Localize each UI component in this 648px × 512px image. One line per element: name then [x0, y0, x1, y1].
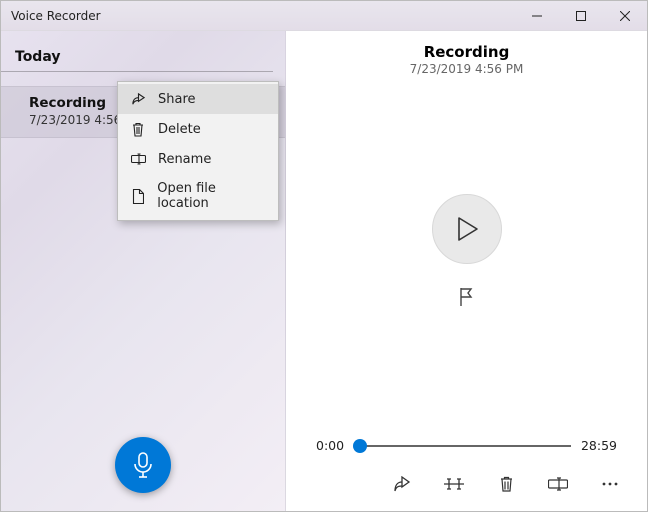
context-menu-open-location[interactable]: Open file location — [118, 174, 278, 218]
context-menu-share-label: Share — [158, 92, 196, 107]
recordings-sidebar: Today Recording 7/23/2019 4:56 PM 28:59 … — [1, 31, 286, 511]
trim-icon — [444, 476, 464, 492]
main-header: Recording 7/23/2019 4:56 PM — [286, 31, 647, 76]
main-subtitle: 7/23/2019 4:56 PM — [286, 62, 647, 76]
context-menu-open-location-label: Open file location — [157, 181, 266, 211]
context-menu: Share Delete Ren — [117, 81, 279, 221]
bottom-toolbar — [286, 459, 647, 511]
section-header-today: Today — [1, 31, 273, 72]
context-menu-rename-label: Rename — [158, 152, 211, 167]
window-maximize-button[interactable] — [559, 1, 603, 31]
context-menu-delete[interactable]: Delete — [118, 114, 278, 144]
toolbar-share-button[interactable] — [391, 473, 413, 495]
flag-icon — [458, 287, 476, 307]
title-bar: Voice Recorder — [1, 1, 647, 31]
window-close-button[interactable] — [603, 1, 647, 31]
context-menu-share[interactable]: Share — [118, 84, 278, 114]
context-menu-rename[interactable]: Rename — [118, 144, 278, 174]
app-window: Voice Recorder Today Recording 7/23/2019… — [0, 0, 648, 512]
toolbar-rename-button[interactable] — [547, 473, 569, 495]
play-area — [286, 76, 647, 430]
more-icon — [601, 481, 619, 487]
main-panel: Recording 7/23/2019 4:56 PM 0:00 — [286, 31, 647, 511]
recording-list-item[interactable]: Recording 7/23/2019 4:56 PM 28:59 Share — [1, 86, 285, 138]
app-body: Today Recording 7/23/2019 4:56 PM 28:59 … — [1, 31, 647, 511]
toolbar-trim-button[interactable] — [443, 473, 465, 495]
timeline-thumb[interactable] — [353, 439, 367, 453]
add-marker-button[interactable] — [452, 282, 482, 312]
toolbar-more-button[interactable] — [599, 473, 621, 495]
window-minimize-button[interactable] — [515, 1, 559, 31]
toolbar-delete-button[interactable] — [495, 473, 517, 495]
trash-icon — [130, 121, 146, 137]
rename-icon — [548, 477, 568, 491]
rename-icon — [130, 151, 146, 167]
timeline: 0:00 28:59 — [286, 430, 647, 459]
trash-icon — [499, 476, 514, 493]
context-menu-delete-label: Delete — [158, 122, 201, 137]
play-icon — [455, 216, 479, 242]
share-icon — [393, 476, 411, 493]
file-icon — [130, 188, 145, 204]
microphone-icon — [132, 451, 154, 479]
timeline-total: 28:59 — [581, 438, 617, 453]
timeline-track[interactable] — [354, 445, 571, 447]
record-button[interactable] — [115, 437, 171, 493]
app-title: Voice Recorder — [1, 9, 515, 23]
main-title: Recording — [286, 43, 647, 61]
share-icon — [130, 91, 146, 107]
play-button[interactable] — [432, 194, 502, 264]
timeline-current: 0:00 — [316, 438, 344, 453]
